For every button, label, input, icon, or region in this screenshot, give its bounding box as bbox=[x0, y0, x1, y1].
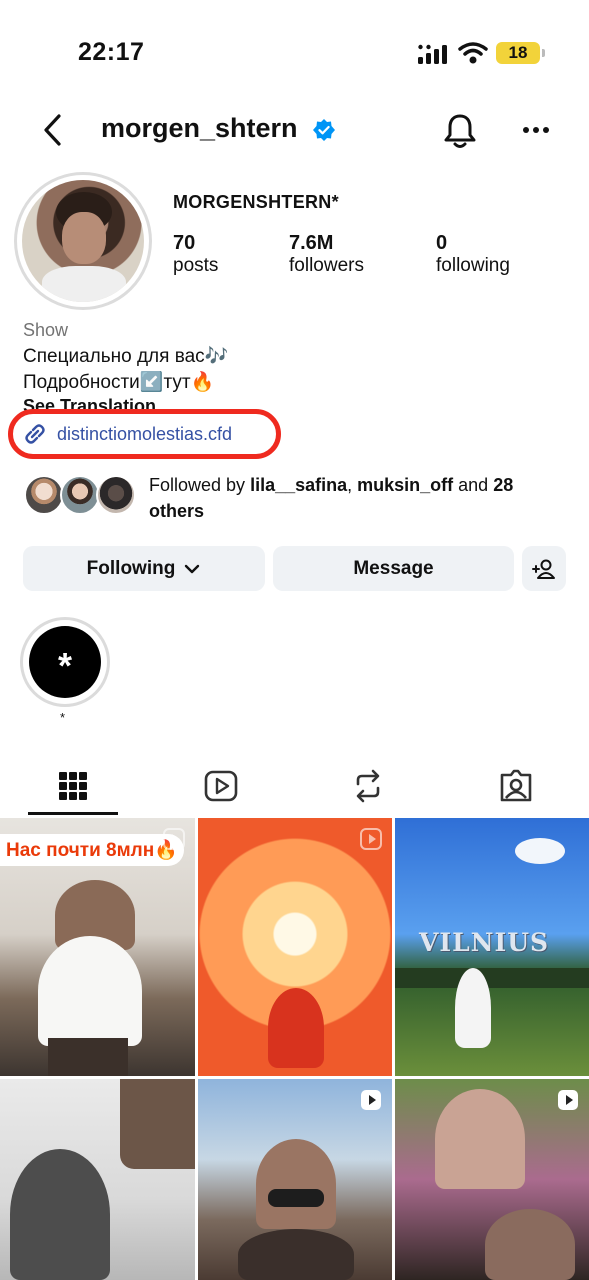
post-tile-1[interactable]: Нас почти 8млн🔥 bbox=[0, 818, 195, 1076]
posts-count: 70 bbox=[173, 232, 196, 254]
add-person-icon bbox=[532, 559, 555, 579]
back-arrow-icon[interactable] bbox=[36, 110, 70, 150]
link-icon bbox=[25, 424, 45, 444]
post-tile-4[interactable] bbox=[0, 1079, 195, 1280]
verified-badge-icon bbox=[313, 119, 335, 141]
post-person-figure bbox=[268, 988, 324, 1068]
active-tab-indicator bbox=[28, 812, 118, 815]
bio-line-1: Специально для вас🎶 bbox=[23, 346, 229, 367]
posts-stat[interactable]: 70 posts bbox=[173, 232, 218, 277]
following-count: 0 bbox=[436, 232, 448, 254]
post-person-shirt bbox=[38, 936, 142, 1046]
post-person-head bbox=[435, 1089, 525, 1189]
bell-icon[interactable] bbox=[442, 112, 478, 150]
post-person-print bbox=[10, 1149, 110, 1280]
post-tile-2[interactable] bbox=[198, 818, 392, 1076]
followed-by-prefix: Followed by bbox=[149, 475, 251, 495]
bio-line-2: Подробности↙️тут🔥 bbox=[23, 372, 215, 393]
profile-category: Show bbox=[23, 320, 69, 340]
post-person-2 bbox=[485, 1209, 575, 1280]
mutual-follower-2[interactable]: muksin_off bbox=[357, 475, 453, 495]
avatar[interactable] bbox=[22, 180, 144, 302]
post-person-body bbox=[238, 1229, 354, 1280]
grid-icon[interactable] bbox=[53, 766, 93, 806]
inset-video bbox=[120, 1079, 195, 1169]
post-caption: Нас почти 8млн🔥 bbox=[0, 834, 184, 866]
highlight-label: * bbox=[60, 710, 66, 725]
followed-by-and: and bbox=[453, 475, 494, 495]
message-button[interactable]: Message bbox=[273, 546, 514, 591]
message-button-label: Message bbox=[353, 557, 434, 579]
tree-line bbox=[395, 968, 589, 988]
cellular-signal-icon bbox=[418, 44, 447, 64]
add-person-button[interactable] bbox=[522, 546, 566, 591]
post-tile-6[interactable] bbox=[395, 1079, 589, 1280]
reel-play-icon bbox=[558, 1090, 578, 1110]
post-tile-5[interactable] bbox=[198, 1079, 392, 1280]
following-button[interactable]: Following bbox=[23, 546, 265, 591]
reel-play-icon bbox=[361, 1090, 381, 1110]
followers-stat[interactable]: 7.6M followers bbox=[289, 232, 364, 277]
follower-avatar-3[interactable] bbox=[96, 475, 136, 515]
posts-label: posts bbox=[173, 255, 219, 276]
status-time: 22:17 bbox=[78, 38, 145, 66]
followers-label: followers bbox=[289, 255, 364, 276]
following-stat[interactable]: 0 following bbox=[436, 232, 510, 277]
city-sign-text: VILNIUS bbox=[419, 928, 550, 957]
post-person-pants bbox=[48, 1038, 128, 1076]
chevron-down-icon bbox=[185, 564, 200, 573]
post-person-figure bbox=[455, 968, 491, 1048]
profile-link[interactable]: distinctiomolestias.cfd bbox=[57, 424, 232, 445]
sunglasses-shape bbox=[268, 1189, 324, 1207]
following-label: following bbox=[436, 255, 510, 276]
mutual-follower-1[interactable]: lila__safina bbox=[250, 475, 347, 495]
reels-icon[interactable] bbox=[201, 766, 241, 806]
reel-play-icon bbox=[163, 828, 185, 850]
following-button-label: Following bbox=[86, 557, 176, 579]
highlight-cover[interactable]: * bbox=[29, 626, 101, 698]
cloud-shape bbox=[515, 838, 565, 864]
tagged-icon[interactable] bbox=[496, 766, 536, 806]
reposts-icon[interactable] bbox=[348, 766, 388, 806]
more-options-icon[interactable] bbox=[522, 126, 550, 134]
follower-avatar-2[interactable] bbox=[60, 475, 100, 515]
followed-by-sep: , bbox=[347, 475, 358, 495]
follower-avatar-1[interactable] bbox=[24, 475, 64, 515]
reel-play-icon bbox=[360, 828, 382, 850]
followed-by-text[interactable]: Followed by lila__safina, muksin_off and… bbox=[149, 472, 569, 524]
wifi-icon bbox=[458, 42, 488, 64]
post-tile-3[interactable]: VILNIUS bbox=[395, 818, 589, 1076]
profile-full-name: MORGENSHTERN* bbox=[173, 192, 339, 212]
profile-username: morgen_shtern bbox=[101, 113, 298, 143]
post-person-head bbox=[256, 1139, 336, 1229]
battery-indicator: 18 bbox=[496, 42, 545, 64]
followers-count: 7.6M bbox=[289, 232, 334, 254]
